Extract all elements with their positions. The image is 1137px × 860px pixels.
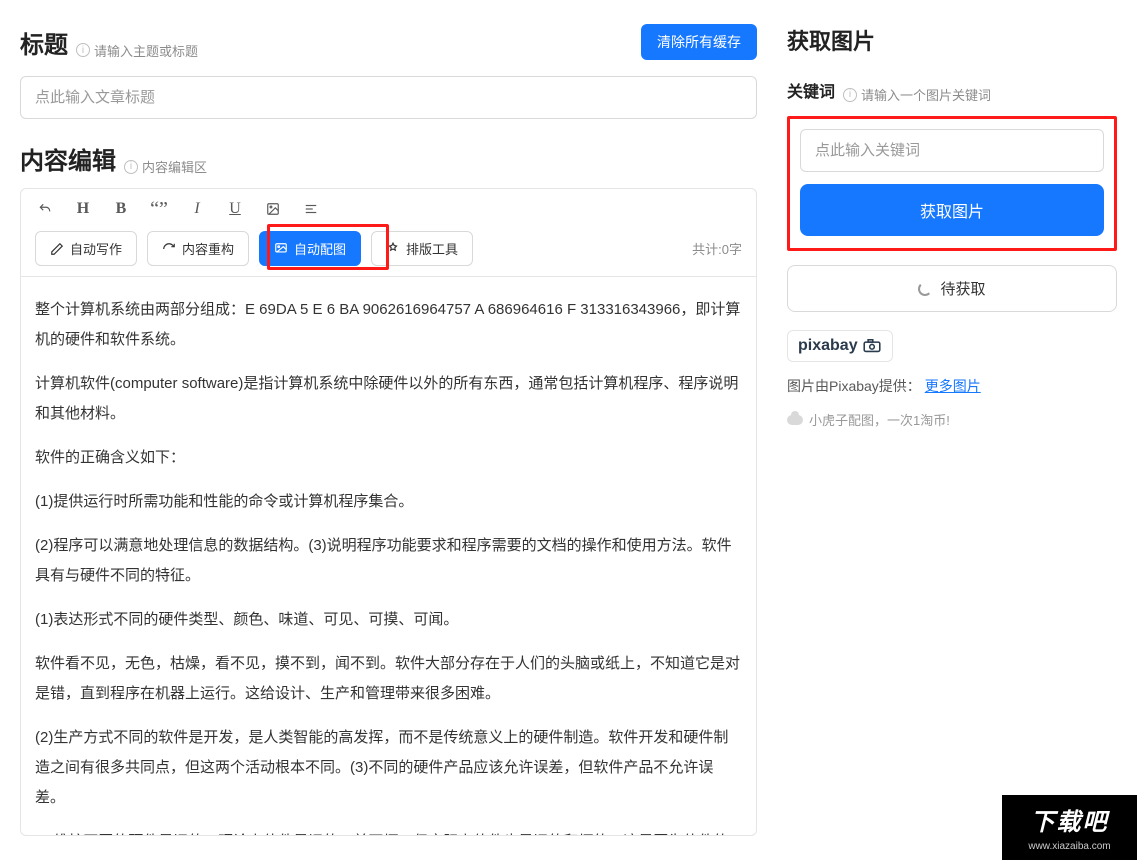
editor-body[interactable]: 整个计算机系统由两部分组成：E 69DA 5 E 6 BA 9062616964… [20, 276, 757, 836]
paragraph: 整个计算机系统由两部分组成：E 69DA 5 E 6 BA 9062616964… [35, 295, 742, 355]
paragraph: (2)程序可以满意地处理信息的数据结构。(3)说明程序功能要求和程序需要的文档的… [35, 531, 742, 591]
paragraph: 软件看不见，无色，枯燥，看不见，摸不到，闻不到。软件大部分存在于人们的头脑或纸上… [35, 649, 742, 709]
underline-icon[interactable]: U [225, 199, 245, 219]
editor-toolbar: H B “” I U 自动写作 [20, 188, 757, 276]
align-left-icon[interactable] [301, 199, 321, 219]
fetch-image-title: 获取图片 [787, 24, 1117, 56]
content-restructure-button[interactable]: 内容重构 [147, 231, 249, 266]
info-icon: i [843, 88, 857, 102]
paragraph: 计算机软件(computer software)是指计算机系统中除硬件以外的所有… [35, 369, 742, 429]
clear-cache-button[interactable]: 清除所有缓存 [641, 24, 757, 60]
left-column: 标题 i 请输入主题或标题 清除所有缓存 内容编辑 i 内容编辑区 [20, 24, 757, 836]
more-images-link[interactable]: 更多图片 [925, 378, 981, 394]
char-count: 共计:0字 [692, 239, 742, 258]
pending-fetch-button[interactable]: 待获取 [787, 265, 1117, 312]
auto-write-button[interactable]: 自动写作 [35, 231, 137, 266]
watermark-url: www.xiazaiba.com [1002, 839, 1137, 854]
keyword-highlight-panel: 获取图片 [787, 116, 1117, 251]
content-hint: i 内容编辑区 [124, 157, 207, 176]
heading-icon[interactable]: H [73, 199, 93, 219]
right-column: 获取图片 关键词 i 请输入一个图片关键词 获取图片 待获取 pixabay 图… [787, 24, 1117, 836]
watermark: 下载吧 www.xiazaiba.com [1002, 795, 1137, 860]
quote-icon[interactable]: “” [149, 199, 169, 219]
layout-tool-button[interactable]: 排版工具 [371, 231, 473, 266]
fetch-image-button[interactable]: 获取图片 [800, 184, 1104, 236]
keyword-input[interactable] [800, 129, 1104, 172]
title-input[interactable] [20, 76, 757, 119]
paragraph: (1)表达形式不同的硬件类型、颜色、味道、可见、可摸、可闻。 [35, 605, 742, 635]
cloud-icon [787, 415, 803, 425]
info-icon: i [124, 160, 138, 174]
pricing-note: 小虎子配图，一次1淘币! [787, 410, 1117, 429]
italic-icon[interactable]: I [187, 199, 207, 219]
image-credit: 图片由Pixabay提供： 更多图片 [787, 376, 1117, 396]
spinner-icon [918, 282, 932, 296]
content-label: 内容编辑 [20, 141, 116, 176]
camera-icon [862, 339, 882, 353]
paragraph: 软件的正确含义如下： [35, 443, 742, 473]
title-label: 标题 [20, 25, 68, 60]
paragraph: (4)维护不同的硬件是旧的，理论上软件是旧的，并不坏，但实际上软件也是旧的和坏的… [35, 827, 742, 836]
title-header: 标题 i 请输入主题或标题 清除所有缓存 [20, 24, 757, 60]
keyword-hint: i 请输入一个图片关键词 [843, 85, 991, 104]
image-icon[interactable] [263, 199, 283, 219]
auto-image-button[interactable]: 自动配图 [259, 231, 361, 266]
paragraph: (1)提供运行时所需功能和性能的命令或计算机程序集合。 [35, 487, 742, 517]
undo-icon[interactable] [35, 199, 55, 219]
keyword-label: 关键词 [787, 78, 835, 102]
paragraph: (2)生产方式不同的软件是开发，是人类智能的高发挥，而不是传统意义上的硬件制造。… [35, 723, 742, 813]
pixabay-badge: pixabay [787, 330, 893, 362]
bold-icon[interactable]: B [111, 199, 131, 219]
title-hint: i 请输入主题或标题 [76, 41, 198, 60]
info-icon: i [76, 43, 90, 57]
watermark-logo: 下载吧 [1031, 802, 1109, 837]
